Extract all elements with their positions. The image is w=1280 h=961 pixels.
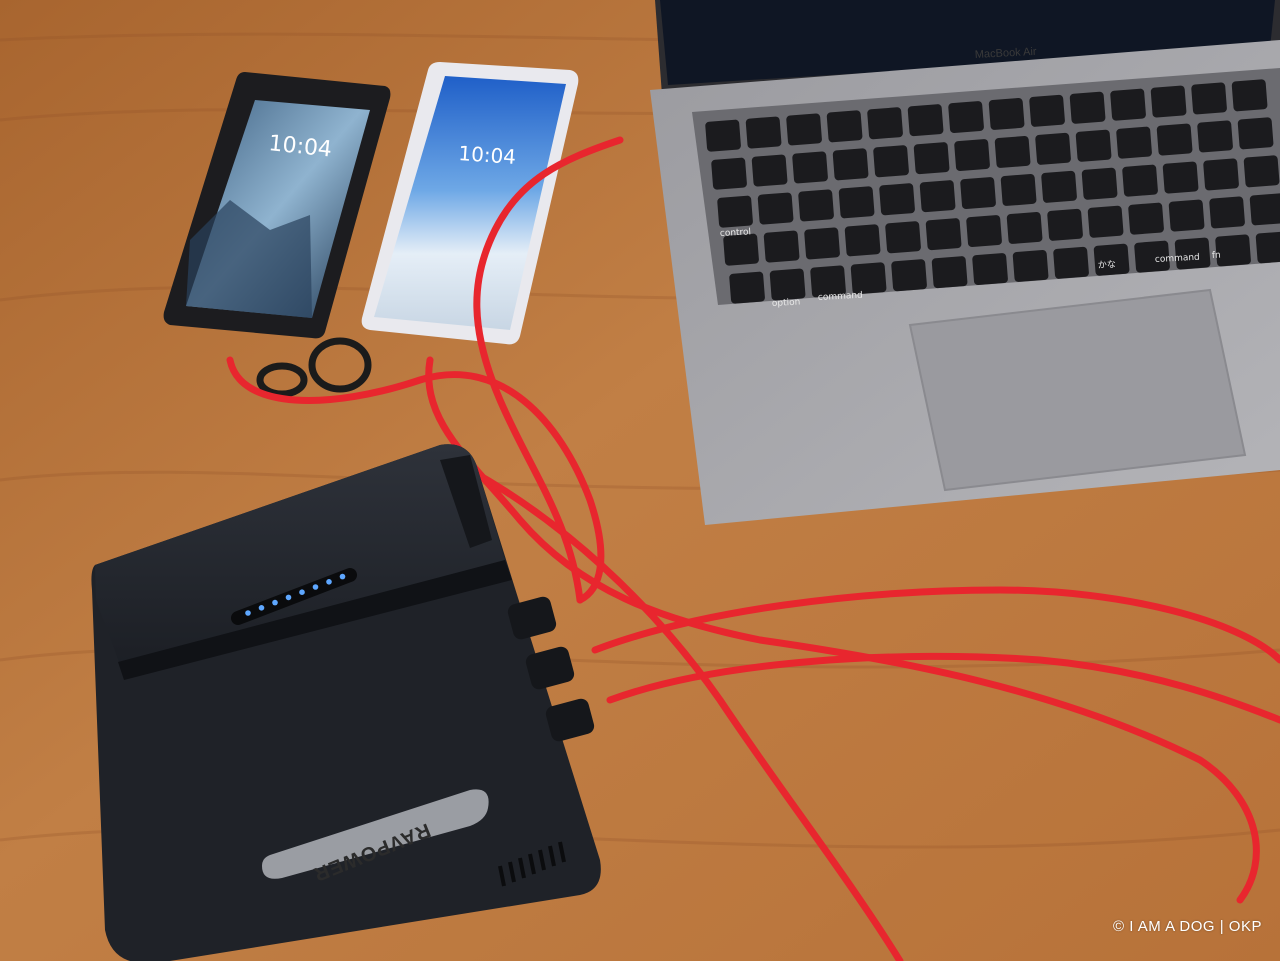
keyboard-key [966,215,1002,248]
keyboard-key [1162,161,1199,194]
keyboard-key [972,253,1008,286]
keyboard-key [931,256,968,289]
photo-illustration: MacBook Air control option command comma… [0,0,1280,961]
battery-led [299,589,305,595]
battery-led [339,573,346,580]
keyboard-key [844,224,881,257]
keyboard-key [1029,94,1065,127]
laptop: MacBook Air control option command comma… [650,0,1280,525]
keyboard-key [960,177,996,210]
keyboard-key [1000,173,1037,206]
battery-led [245,610,251,616]
keyboard-key [798,189,834,222]
keyboard-key [873,145,909,178]
battery-led [326,579,332,585]
keyboard-key [850,262,887,295]
watermark: © I AM A DOG | OKP [1113,918,1262,935]
keyboard-key [948,101,984,134]
keyboard-key [838,186,875,219]
keyboard-key [1249,193,1280,226]
keyboard-key [885,221,921,254]
keyboard-key [1116,126,1152,159]
keyboard-key [1012,249,1049,282]
keyboard-key [1041,170,1077,203]
keyboard-key [832,148,869,181]
keyboard-key [1197,120,1233,153]
battery-led [312,584,319,590]
keyboard-key [1087,205,1124,238]
keyboard-key [1122,164,1158,197]
keyboard-key [907,104,944,137]
keyboard-key [804,227,840,260]
key-label-kana: かな [1098,259,1117,271]
keyboard-key [1150,85,1187,118]
key-label-option: option [772,298,801,309]
keyboard-key [745,116,782,149]
battery-led [258,605,265,611]
keyboard-key [717,195,753,228]
keyboard-key [1128,202,1164,235]
keyboard-key [1069,91,1106,124]
keyboard-key [1006,211,1043,244]
keyboard-key [792,151,828,184]
keyboard-key [757,192,794,225]
keyboard-key [763,230,800,263]
keyboard-key [994,135,1031,168]
keyboard-key [1243,155,1280,188]
keyboard-key [1231,79,1268,112]
phone-right-clock: 10:04 [458,141,517,169]
keyboard-key [751,154,788,187]
keyboard-key [1168,199,1205,232]
keyboard-key [988,97,1025,130]
photo-scene: MacBook Air control option command comma… [0,0,1280,961]
keyboard-key [1110,88,1146,121]
keyboard-key [1035,132,1071,165]
keyboard-key [786,113,822,146]
keyboard-key [1203,158,1239,191]
keyboard-key [826,110,863,143]
keyboard-key [867,107,903,140]
keyboard-key [769,268,806,301]
keyboard-key [1191,82,1227,115]
keyboard-key [1047,208,1083,241]
keyboard-key [1075,129,1112,162]
battery-led [272,599,278,606]
keyboard-key [913,142,950,175]
keyboard-key [891,259,927,292]
keyboard-key [919,180,956,213]
keyboard-key [1237,117,1274,150]
keyboard-key [705,119,741,152]
keyboard-key [1209,196,1245,229]
keyboard-key [1156,123,1193,156]
trackpad [908,288,1247,492]
keyboard-key [1255,231,1280,264]
keyboard-key [925,218,962,251]
keyboard-key [879,183,915,216]
key-label-fn: fn [1212,251,1221,261]
key-label-control: control [720,227,752,239]
keyboard-key [954,139,990,172]
keyboard-key [729,271,765,304]
battery-led [285,594,292,601]
keyboard-key [711,157,747,190]
keyboard-key [1053,246,1089,279]
keyboard-key [1081,167,1118,200]
